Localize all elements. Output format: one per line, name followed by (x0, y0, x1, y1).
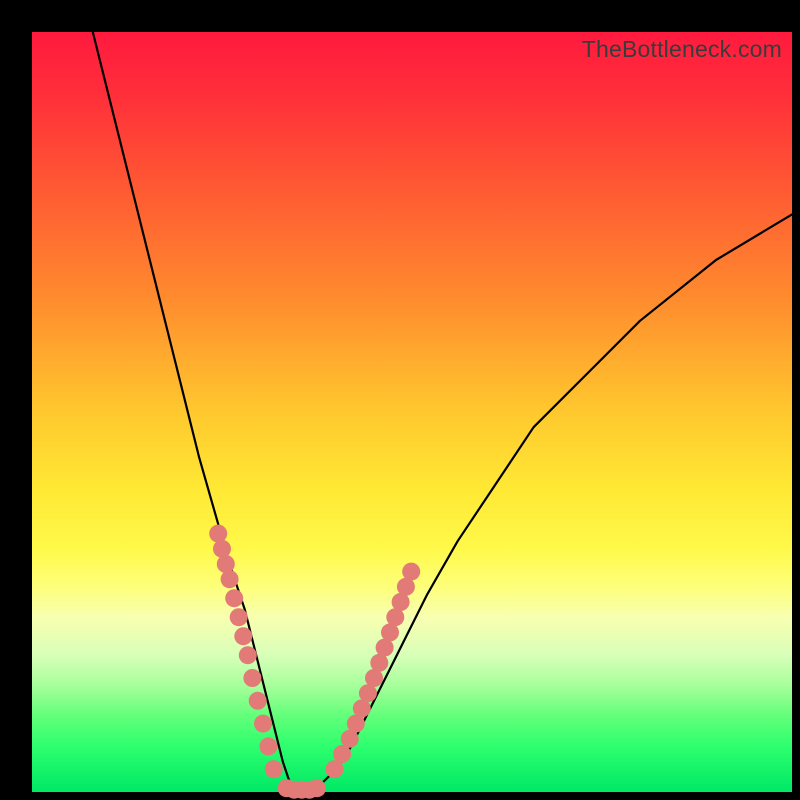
marker-dot (243, 669, 261, 687)
marker-dot (217, 555, 235, 573)
marker-dot (225, 589, 243, 607)
marker-dot (308, 779, 326, 797)
plot-area: TheBottleneck.com (32, 32, 792, 792)
marker-dot (249, 692, 267, 710)
marker-dot (402, 563, 420, 581)
chart-svg (32, 32, 792, 792)
marker-layer (209, 525, 420, 799)
curve-path (93, 32, 792, 792)
marker-dot (230, 608, 248, 626)
marker-dot (221, 570, 239, 588)
marker-dot (254, 715, 272, 733)
marker-dot (265, 760, 283, 778)
chart-frame: TheBottleneck.com (0, 0, 800, 800)
marker-dot (209, 525, 227, 543)
marker-dot (213, 540, 231, 558)
marker-dot (234, 627, 252, 645)
marker-dot (259, 737, 277, 755)
marker-dot (239, 646, 257, 664)
curve-layer (93, 32, 792, 792)
